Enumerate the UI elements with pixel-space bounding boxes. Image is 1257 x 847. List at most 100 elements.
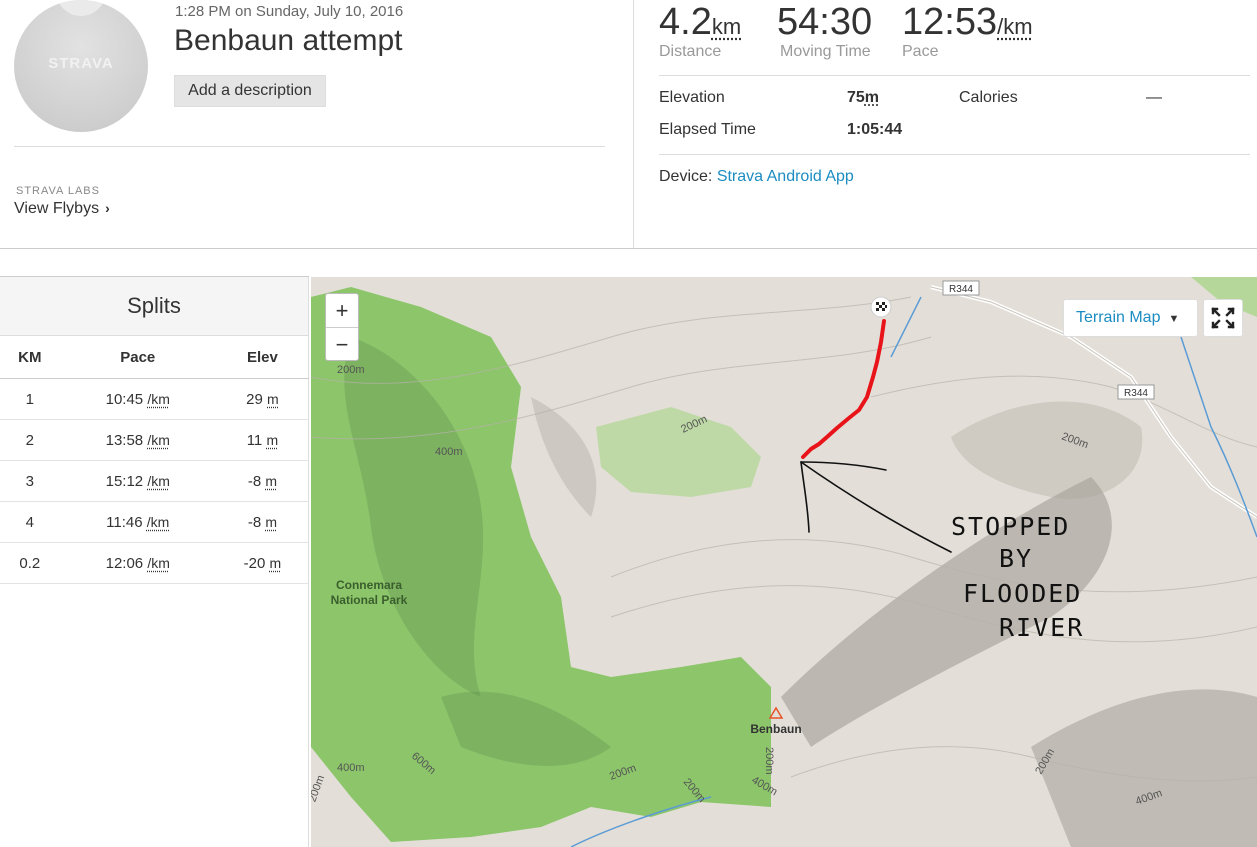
activity-datetime: 1:28 PM on Sunday, July 10, 2016 — [175, 3, 404, 20]
elapsed-time-value: 1:05:44 — [847, 121, 903, 138]
split-elev: -8 m — [215, 501, 309, 543]
pace-unit: /km — [997, 14, 1033, 39]
moving-time-label: Moving Time — [780, 43, 871, 60]
elev-unit: m — [265, 513, 278, 530]
fullscreen-button[interactable] — [1203, 299, 1243, 337]
split-pace: 13:58 /km — [59, 419, 216, 461]
table-row: 3 15:12 /km -8 m — [0, 460, 309, 502]
split-pace-value: 15:12 — [105, 472, 144, 490]
view-flybys-link[interactable]: View Flybys › — [14, 200, 110, 218]
moving-time-stat: 54:30 Moving Time — [777, 0, 872, 61]
column-header-km: KM — [0, 336, 60, 379]
table-row: 1 10:45 /km 29 m — [0, 378, 309, 420]
split-km: 0.2 — [0, 542, 60, 584]
split-km: 3 — [0, 460, 60, 502]
contour-label: 200m — [337, 364, 365, 376]
avatar[interactable]: STRAVA — [14, 0, 148, 132]
split-elev: 11 m — [215, 419, 309, 461]
annotation-line-3: FLOODED — [963, 579, 1082, 608]
zoom-in-button[interactable]: + — [326, 294, 358, 328]
elapsed-time-label: Elapsed Time — [659, 121, 756, 138]
divider — [14, 146, 605, 147]
avatar-brand: STRAVA — [48, 55, 114, 72]
pace-unit: /km — [147, 431, 170, 448]
pace-stat: 12:53/km Pace — [902, 0, 1033, 61]
split-elev: 29 m — [215, 378, 309, 420]
park-label-line1: Connemara — [336, 578, 402, 592]
strava-labs-label: STRAVA LABS — [16, 185, 100, 197]
vertical-divider — [633, 0, 634, 248]
chevron-right-icon: › — [105, 200, 110, 216]
divider — [659, 154, 1250, 155]
contour-label: 200m — [763, 747, 775, 775]
terrain-map[interactable]: R344 R344 200m 400m 200m 200m 200m 400m … — [311, 277, 1257, 847]
elevation-label: Elevation — [659, 89, 725, 106]
distance-unit: km — [711, 14, 742, 39]
device-link[interactable]: Strava Android App — [717, 168, 854, 185]
elev-unit: m — [267, 390, 279, 407]
column-header-pace: Pace — [59, 336, 216, 379]
peak-label: Benbaun — [750, 722, 801, 736]
road-label: R344 — [949, 284, 973, 295]
table-row: 2 13:58 /km 11 m — [0, 419, 309, 461]
avatar-collar — [56, 0, 106, 16]
split-elev-value: 29 — [246, 390, 263, 408]
annotation-line-1: STOPPED — [951, 512, 1070, 541]
zoom-out-button[interactable]: − — [326, 328, 358, 361]
moving-time-value: 54:30 — [777, 1, 873, 43]
split-pace: 12:06 /km — [59, 542, 216, 584]
device-label: Device: — [659, 168, 713, 185]
split-pace-value: 12:06 — [105, 554, 144, 572]
pace-label: Pace — [902, 43, 939, 60]
table-row: 4 11:46 /km -8 m — [0, 501, 309, 543]
split-elev: -8 m — [215, 460, 309, 502]
calories-label: Calories — [959, 89, 1018, 106]
contour-label: 400m — [337, 762, 365, 774]
section-divider — [0, 248, 1257, 249]
split-km: 1 — [0, 378, 60, 420]
elevation-unit: m — [864, 89, 880, 106]
distance-stat: 4.2km Distance — [659, 0, 741, 61]
split-elev-value: 11 — [246, 431, 263, 449]
distance-value: 4.2 — [659, 1, 712, 43]
device-info: Device: Strava Android App — [659, 168, 854, 186]
split-pace: 10:45 /km — [59, 378, 216, 420]
splits-table: KM Pace Elev 1 10:45 /km 29 m 2 13:58 /k… — [0, 336, 309, 584]
zoom-control: + − — [325, 293, 359, 361]
split-elev-value: -8 — [247, 513, 262, 531]
annotation-line-2: BY — [999, 544, 1033, 573]
fullscreen-icon — [1211, 307, 1235, 329]
caret-down-icon: ▼ — [1168, 313, 1180, 325]
pace-value: 12:53 — [902, 1, 998, 43]
pace-unit: /km — [147, 554, 170, 571]
table-row: 0.2 12:06 /km -20 m — [0, 542, 309, 584]
elev-unit: m — [269, 554, 282, 571]
pace-unit: /km — [147, 390, 170, 407]
calories-value: — — [1146, 89, 1162, 106]
park-label-line2: National Park — [331, 593, 408, 607]
elev-unit: m — [266, 431, 279, 448]
map-type-dropdown[interactable]: Terrain Map ▼ — [1063, 299, 1198, 337]
split-pace-value: 11:46 — [106, 513, 143, 531]
pace-unit: /km — [147, 472, 170, 489]
column-header-elev: Elev — [215, 336, 309, 379]
split-km: 4 — [0, 501, 60, 543]
split-pace-value: 13:58 — [105, 431, 144, 449]
elev-unit: m — [265, 472, 278, 489]
road-label: R344 — [1124, 388, 1148, 399]
split-elev-value: -8 — [247, 472, 262, 490]
elevation-value: 75m — [847, 89, 879, 107]
split-km: 2 — [0, 419, 60, 461]
activity-map[interactable]: R344 R344 200m 400m 200m 200m 200m 400m … — [311, 277, 1257, 847]
annotation-line-4: RIVER — [999, 613, 1084, 642]
split-pace-value: 10:45 — [105, 390, 144, 408]
split-elev: -20 m — [215, 542, 309, 584]
view-flybys-label: View Flybys — [14, 200, 100, 217]
divider — [659, 75, 1250, 76]
split-pace: 15:12 /km — [59, 460, 216, 502]
elevation-number: 75 — [847, 89, 865, 106]
map-type-label: Terrain Map — [1076, 309, 1161, 326]
distance-label: Distance — [659, 43, 722, 60]
add-description-button[interactable]: Add a description — [174, 75, 326, 107]
pace-unit: /km — [146, 513, 170, 530]
